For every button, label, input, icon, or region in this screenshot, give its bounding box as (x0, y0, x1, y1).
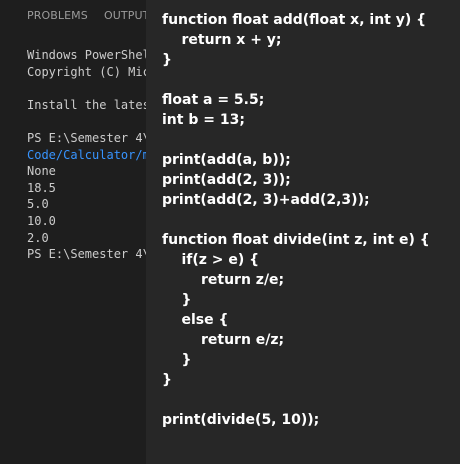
code-line: else { (162, 312, 229, 328)
terminal-line: Windows PowerShel (27, 48, 150, 62)
terminal-line: Copyright (C) Mic (27, 64, 150, 79)
code-line: if(z > e) { (162, 252, 260, 268)
code-line: float a = 5.5; (162, 92, 265, 108)
code-line: } (162, 372, 172, 388)
code-line: return z/e; (162, 272, 285, 288)
code-line: print(add(2, 3)); (162, 172, 291, 188)
code-line: print(add(a, b)); (162, 152, 291, 168)
code-line: print(add(2, 3)+add(2,3)); (162, 192, 370, 208)
code-line: } (162, 52, 172, 68)
code-line: return x + y; (162, 32, 282, 48)
terminal-line: 2.0 (27, 230, 49, 245)
terminal-line: Install the lates (27, 97, 150, 112)
code-line: return e/z; (162, 332, 285, 348)
code-line: print(divide(5, 10)); (162, 412, 320, 428)
code-line: } (162, 292, 192, 308)
code-line: } (162, 352, 192, 368)
terminal-link-line[interactable]: Code/Calculator/m (27, 147, 150, 163)
tab-problems[interactable]: PROBLEMS (27, 9, 88, 22)
terminal-line: None (27, 164, 56, 179)
code-line: function float divide(int z, int e) { (162, 232, 430, 248)
code-line: function float add(float x, int y) { (162, 12, 427, 28)
terminal-line: 10.0 (27, 214, 56, 228)
terminal-line: PS E:\Semester 4\ (27, 247, 150, 262)
terminal-line: PS E:\Semester 4\ (27, 131, 150, 145)
terminal-line: 5.0 (27, 197, 49, 212)
terminal-line: 18.5 (27, 180, 56, 195)
code-line: int b = 13; (162, 112, 245, 128)
tab-output[interactable]: OUTPUT (104, 9, 149, 22)
